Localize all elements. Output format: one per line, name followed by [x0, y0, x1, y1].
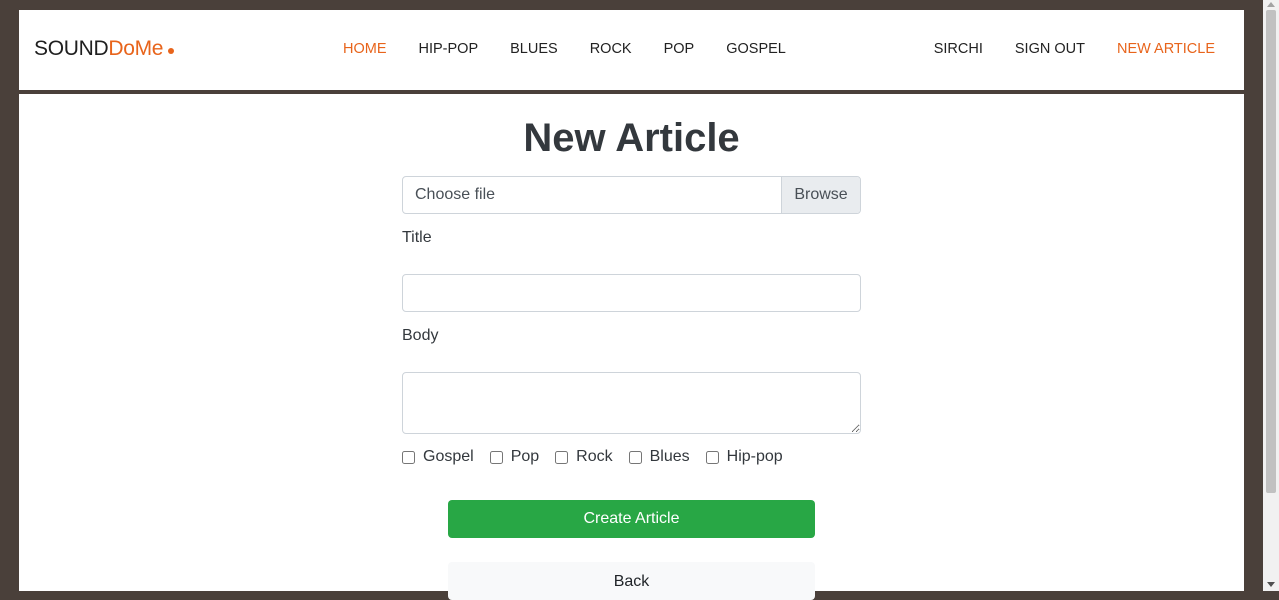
back-button[interactable]: Back — [448, 562, 815, 600]
rock-checkbox[interactable] — [555, 450, 569, 464]
user-nav: SIRCHI SIGN OUT NEW ARTICLE — [934, 41, 1215, 57]
body-label: Body — [402, 327, 439, 344]
nav-gospel[interactable]: GOSPEL — [726, 41, 786, 57]
brand-part-dome: DoMe — [108, 37, 164, 60]
nav-blues[interactable]: BLUES — [510, 41, 558, 57]
category-hip-pop[interactable]: Hip-pop — [705, 448, 783, 466]
new-article-form: Choose file Browse Title Body Gospel Pop… — [402, 176, 861, 466]
vertical-scrollbar[interactable] — [1263, 0, 1279, 591]
nav-sign-out[interactable]: SIGN OUT — [1015, 41, 1085, 57]
brand-dot-icon — [168, 48, 175, 54]
blues-label: Blues — [649, 448, 690, 465]
page-title: New Article — [523, 116, 740, 160]
scrollbar-thumb[interactable] — [1266, 10, 1276, 493]
page-frame: SOUNDDoMe HOME HIP-POP BLUES ROCK POP GO… — [19, 10, 1244, 600]
category-gospel[interactable]: Gospel — [402, 448, 474, 466]
body-textarea[interactable] — [402, 372, 861, 434]
nav-new-article[interactable]: NEW ARTICLE — [1117, 41, 1215, 57]
title-label: Title — [402, 229, 432, 246]
scroll-down-icon[interactable] — [1267, 582, 1275, 587]
brand-logo[interactable]: SOUNDDoMe — [34, 37, 175, 61]
pop-checkbox[interactable] — [489, 450, 503, 464]
category-pop[interactable]: Pop — [489, 448, 540, 466]
brand-part-sound: SOUND — [34, 37, 109, 60]
file-upload-label: Choose file — [415, 186, 496, 203]
nav-user-sirchi[interactable]: SIRCHI — [934, 41, 983, 57]
top-navbar: SOUNDDoMe HOME HIP-POP BLUES ROCK POP GO… — [19, 10, 1244, 94]
gospel-checkbox[interactable] — [402, 450, 415, 464]
nav-home[interactable]: HOME — [343, 41, 387, 57]
category-rock[interactable]: Rock — [555, 448, 613, 466]
pop-label: Pop — [510, 448, 540, 465]
rock-label: Rock — [576, 448, 613, 465]
category-blues[interactable]: Blues — [628, 448, 690, 466]
blues-checkbox[interactable] — [628, 450, 642, 464]
nav-rock[interactable]: ROCK — [590, 41, 632, 57]
create-article-button[interactable]: Create Article — [448, 500, 815, 538]
file-upload-field[interactable]: Choose file Browse — [402, 176, 861, 214]
category-checkboxes: Gospel Pop Rock Blues Hip-pop — [402, 448, 861, 466]
gospel-label: Gospel — [423, 448, 474, 465]
hip-pop-label: Hip-pop — [726, 448, 783, 465]
title-input[interactable] — [402, 274, 861, 312]
genre-nav: HOME HIP-POP BLUES ROCK POP GOSPEL — [343, 41, 786, 57]
scroll-up-icon[interactable] — [1267, 2, 1275, 7]
browse-button[interactable]: Browse — [781, 177, 860, 213]
nav-hip-pop[interactable]: HIP-POP — [419, 41, 479, 57]
nav-pop[interactable]: POP — [664, 41, 695, 57]
hip-pop-checkbox[interactable] — [705, 450, 719, 464]
